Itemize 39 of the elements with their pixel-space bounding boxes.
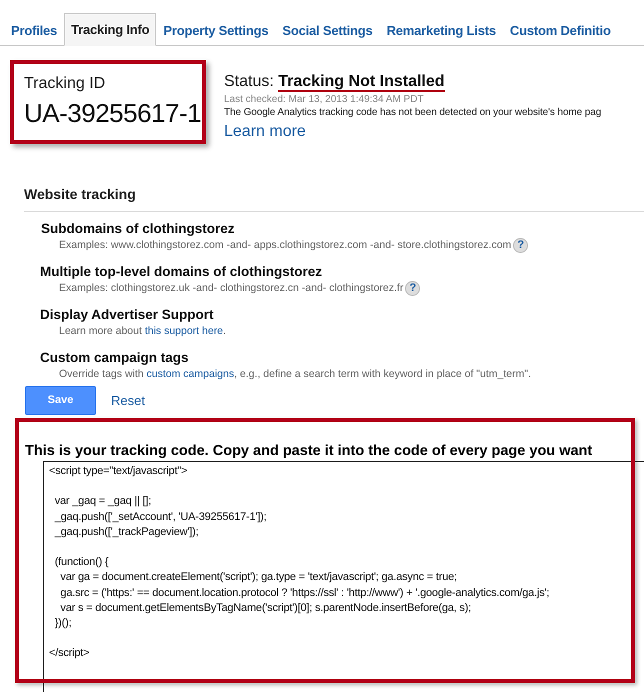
- help-icon[interactable]: ?: [405, 280, 420, 296]
- option-description: Override tags with custom campaigns, e.g., define a search term with keyword in place of "utm_term".: [59, 367, 532, 382]
- tab[interactable]: Profiles: [4, 14, 64, 46]
- tab[interactable]: Social Settings: [275, 14, 380, 46]
- option-description: Examples: clothingstorez.uk -and- clothingstorez.cn -and- clothingstorez.fr: [59, 281, 404, 296]
- description-link[interactable]: this support here: [144, 325, 224, 337]
- learn-more-link[interactable]: Learn more: [224, 123, 306, 140]
- option-title: Custom campaign tags: [40, 350, 190, 366]
- option-title: Display Advertiser Support: [40, 307, 215, 323]
- help-icon[interactable]: ?: [513, 238, 528, 252]
- option-title: Subdomains of clothingstorez: [41, 221, 236, 237]
- option-description: Learn more about this support here.: [59, 324, 226, 339]
- code-line: ga.src = ('https:' == document.location.protocol ? 'https://ssl' : 'http://www') + '.google-analytics.com/ga.js';: [59, 586, 550, 601]
- code-line: </script>: [49, 646, 90, 662]
- code-line: _gaq.push(['_trackPageview']);: [54, 524, 200, 540]
- option-description: Examples: www.clothingstorez.com -and- apps.clothingstorez.com -and- store.clothingstorez.com: [59, 238, 512, 253]
- tab[interactable]: Tracking Info: [64, 13, 156, 46]
- status-label: Status:: [224, 73, 274, 90]
- tab[interactable]: Property Settings: [156, 14, 276, 46]
- option-title: Multiple top-level domains of clothingstorez: [40, 264, 324, 280]
- code-line: var s = document.getElementsByTagName('script')[0]; s.parentNode.insertBefore(ga, s);: [59, 600, 472, 616]
- description-link[interactable]: custom campaigns: [146, 368, 234, 380]
- code-line: (function() {: [54, 555, 110, 570]
- code-line: var _gaq = _gaq || [];: [54, 494, 152, 510]
- code-textarea[interactable]: [43, 461, 644, 692]
- last-checked-text: Last checked: Mar 13, 2013 1:49:34 AM PDT: [224, 94, 425, 106]
- tracking-id-value: UA-39255617-1: [24, 97, 202, 130]
- section-heading: Website tracking: [24, 184, 644, 212]
- reset-link[interactable]: Reset: [111, 390, 145, 410]
- status-value: Tracking Not Installed: [278, 73, 445, 92]
- status-message: The Google Analytics tracking code has not been detected on your website's home pag: [224, 106, 602, 120]
- code-line: })();: [54, 616, 72, 631]
- code-line: var ga = document.createElement('script'); ga.type = 'text/javascript'; ga.async = true;: [59, 570, 458, 586]
- code-line: <script type="text/javascript">: [49, 464, 188, 479]
- tab[interactable]: Custom Definitio: [502, 14, 618, 46]
- tab[interactable]: Remarketing Lists: [380, 14, 503, 46]
- tracking-id-label: Tracking ID: [24, 74, 106, 94]
- tracking-code-heading: This is your tracking code. Copy and paste it into the code of every page you want: [25, 442, 594, 460]
- code-line: _gaq.push(['_setAccount', 'UA-39255617-1']);: [54, 510, 268, 525]
